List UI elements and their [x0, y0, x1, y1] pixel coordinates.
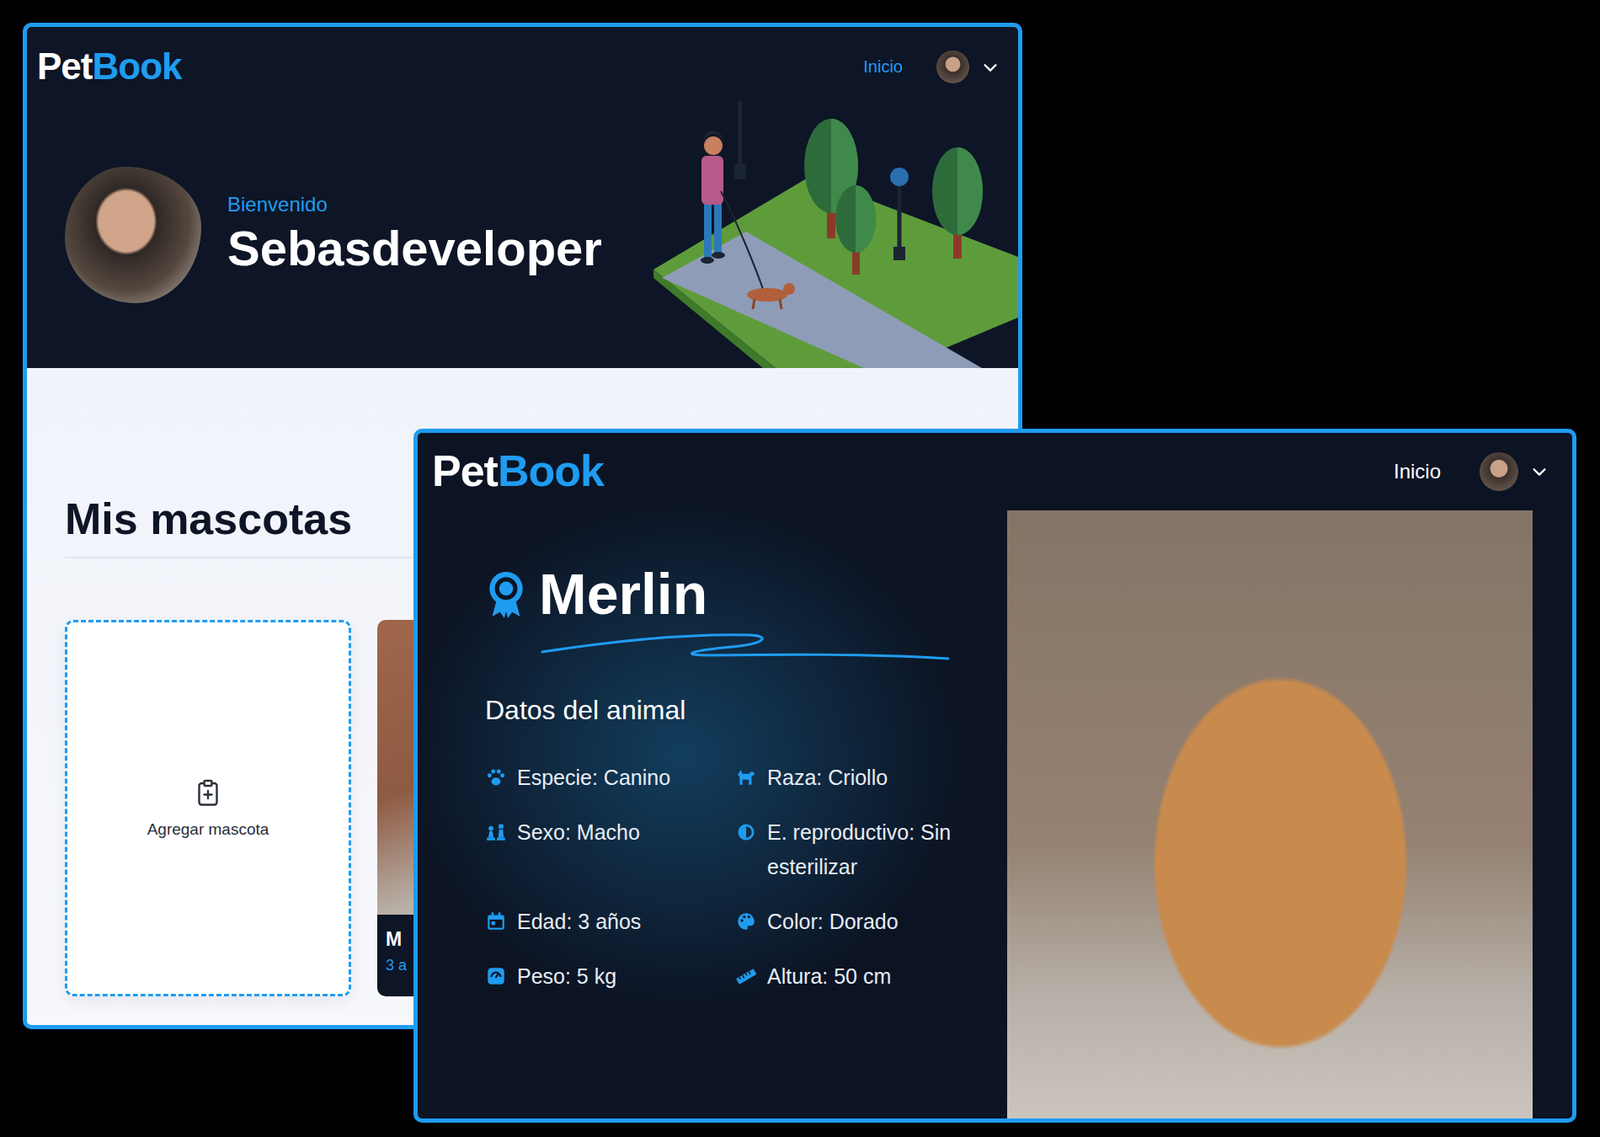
- data-text: E. reproductivo: Sin esterilizar: [767, 815, 988, 885]
- pet-name: Merlin: [538, 560, 708, 627]
- navbar: PetBook Inicio: [417, 432, 1573, 511]
- data-item: Edad: 3 años: [485, 904, 736, 939]
- add-pet-card[interactable]: Agregar mascota: [64, 619, 352, 997]
- username: Sebasdeveloper: [227, 220, 603, 278]
- profile-photo: [64, 166, 202, 304]
- user-menu[interactable]: [936, 50, 1000, 84]
- greeting: Bienvenido: [227, 192, 603, 218]
- data-text: Color: Dorado: [767, 904, 899, 939]
- home-link[interactable]: Inicio: [1393, 459, 1441, 484]
- logo-book: Book: [91, 45, 182, 89]
- weight-scale-icon: [485, 965, 507, 987]
- logo-book: Book: [497, 446, 604, 497]
- ruler-icon: [735, 965, 758, 987]
- data-text: Edad: 3 años: [517, 904, 641, 939]
- nav-right: Inicio: [1393, 452, 1549, 491]
- data-item: Peso: 5 kg: [485, 959, 736, 994]
- half-circle-icon: [735, 821, 758, 843]
- data-heading: Datos del animal: [485, 693, 1008, 726]
- data-item: Color: Dorado: [735, 904, 988, 939]
- nav-right: Inicio: [863, 50, 1000, 84]
- data-text: Altura: 50 cm: [767, 959, 891, 994]
- calendar-icon: [485, 910, 507, 933]
- user-menu[interactable]: [1479, 452, 1549, 491]
- data-item: E. reproductivo: Sin esterilizar: [735, 815, 988, 885]
- welcome-text: BienvenidoSebasdeveloper: [227, 192, 603, 277]
- data-text: Sexo: Macho: [517, 815, 640, 850]
- header: PetBook Inicio BienvenidoSebasdeveloper: [26, 26, 1019, 368]
- data-item: Sexo: Macho: [485, 815, 736, 885]
- award-icon: [485, 569, 528, 619]
- pet-detail: Merlin Datos del animal Especie: Canino Raz…: [417, 510, 1573, 1119]
- data-text: Peso: 5 kg: [517, 959, 617, 994]
- hero: BienvenidoSebasdeveloper: [26, 166, 1019, 304]
- park-illustration: [628, 96, 1019, 368]
- pet-title: Merlin: [485, 560, 1008, 627]
- logo-pet: Pet: [432, 446, 498, 497]
- user-avatar[interactable]: [936, 50, 970, 84]
- data-text: Especie: Canino: [517, 760, 671, 795]
- palette-icon: [735, 910, 758, 933]
- paw-icon: [485, 766, 507, 789]
- animal-data: Especie: Canino Raza: Criollo Sexo: Macho E…: [485, 760, 1008, 994]
- dog-icon: [735, 766, 758, 789]
- underline-squiggle: [538, 626, 952, 664]
- chess-pieces-icon: [485, 821, 507, 843]
- chevron-down-icon[interactable]: [1530, 462, 1549, 481]
- pet-photo: [1007, 510, 1533, 1119]
- home-link[interactable]: Inicio: [863, 57, 903, 77]
- pet-info: Merlin Datos del animal Especie: Canino Raz…: [417, 510, 1008, 1119]
- data-item: Altura: 50 cm: [735, 959, 988, 994]
- logo[interactable]: PetBook: [37, 45, 182, 89]
- pet-detail-window: PetBook Inicio Merlin Datos del animal Espec…: [413, 428, 1577, 1123]
- logo[interactable]: PetBook: [432, 446, 604, 497]
- clipboard-plus-icon: [192, 778, 224, 809]
- navbar: PetBook Inicio: [26, 26, 1019, 107]
- logo-pet: Pet: [37, 45, 92, 89]
- add-pet-label: Agregar mascota: [147, 820, 270, 839]
- data-item: Raza: Criollo: [735, 760, 988, 795]
- user-avatar[interactable]: [1479, 452, 1519, 491]
- data-item: Especie: Canino: [485, 760, 736, 795]
- data-text: Raza: Criollo: [767, 760, 888, 795]
- chevron-down-icon[interactable]: [981, 58, 1000, 77]
